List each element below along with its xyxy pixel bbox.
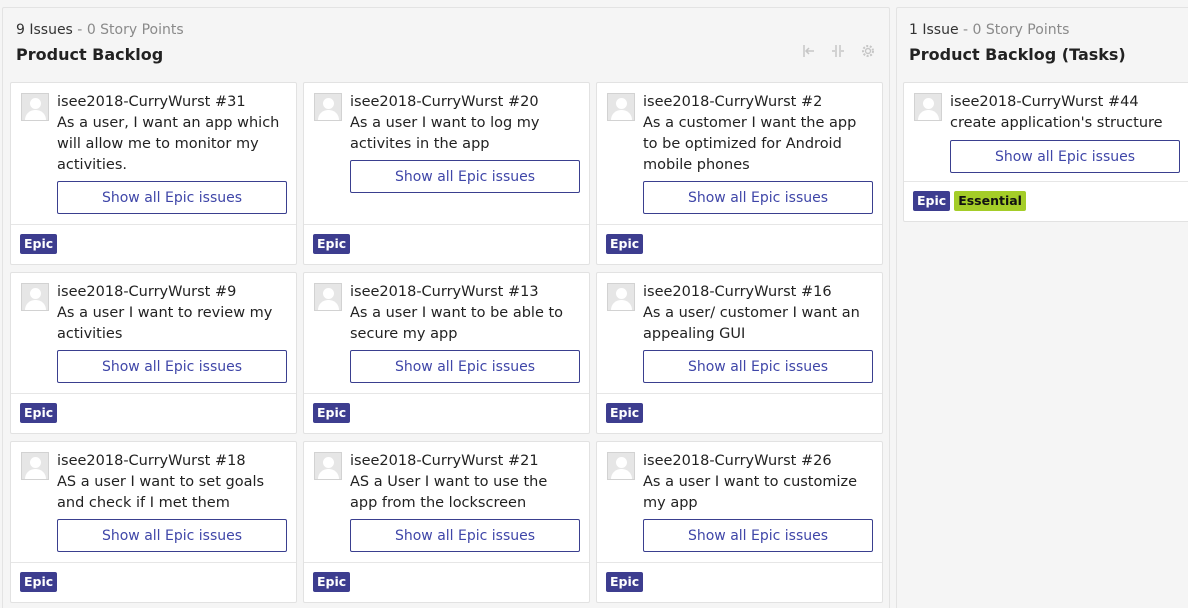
column-meta: 9 Issues - 0 Story Points <box>16 20 889 40</box>
epic-label: Epic <box>606 234 644 254</box>
issue-number[interactable]: #13 <box>508 284 539 300</box>
issue-card[interactable]: isee2018-CurryWurst #9 As a user I want t… <box>10 272 297 434</box>
card-labels: Epic <box>11 393 296 433</box>
project-name: isee2018-CurryWurst <box>57 453 211 469</box>
project-name: isee2018-CurryWurst <box>350 453 504 469</box>
issue-summary: AS a user I want to set goals and check … <box>57 474 265 511</box>
issue-card[interactable]: isee2018-CurryWurst #26 As a user I want … <box>596 441 883 603</box>
issue-card[interactable]: isee2018-CurryWurst #44 create applicatio… <box>903 82 1188 222</box>
epic-label: Epic <box>313 572 351 592</box>
show-epic-issues-button[interactable]: Show all Epic issues <box>57 181 287 214</box>
story-points: 0 Story Points <box>972 22 1070 38</box>
card-labels: Epic <box>304 562 589 602</box>
issue-card[interactable]: isee2018-CurryWurst #31 As a user, I want… <box>10 82 297 265</box>
column-header: 9 Issues - 0 Story Points Product Backlo… <box>3 8 889 74</box>
card-labels: Epic <box>11 224 296 264</box>
issue-summary: As a user I want to review my activities <box>57 305 273 342</box>
show-epic-issues-button[interactable]: Show all Epic issues <box>643 350 873 383</box>
issue-number[interactable]: #31 <box>215 94 246 110</box>
issue-card[interactable]: isee2018-CurryWurst #16 As a user/ custom… <box>596 272 883 434</box>
issue-summary: As a user I want to customize my app <box>643 474 858 511</box>
issue-number[interactable]: #16 <box>801 284 832 300</box>
essential-label: Essential <box>954 191 1026 211</box>
epic-label: Epic <box>606 403 644 423</box>
show-epic-issues-button[interactable]: Show all Epic issues <box>350 519 580 552</box>
project-name: isee2018-CurryWurst <box>57 94 211 110</box>
card-labels: Epic <box>304 224 589 264</box>
issue-number[interactable]: #20 <box>508 94 539 110</box>
show-epic-issues-button[interactable]: Show all Epic issues <box>57 519 287 552</box>
column-title: Product Backlog (Tasks) <box>909 45 1126 64</box>
issue-number[interactable]: #18 <box>215 453 246 469</box>
column-meta: 1 Issue - 0 Story Points <box>909 20 1188 40</box>
meta-separator: - <box>72 22 87 38</box>
column-actions <box>799 42 877 60</box>
project-name: isee2018-CurryWurst <box>643 284 797 300</box>
epic-label: Epic <box>313 234 351 254</box>
collapse-icon[interactable] <box>799 42 817 60</box>
epic-label: Epic <box>20 234 58 254</box>
issue-card[interactable]: isee2018-CurryWurst #20 As a user I want … <box>303 82 590 265</box>
issue-number[interactable]: #44 <box>1108 94 1139 110</box>
card-labels: Epic Essential <box>904 181 1188 221</box>
card-labels: Epic <box>597 562 882 602</box>
issue-card[interactable]: isee2018-CurryWurst #13 As a user I want … <box>303 272 590 434</box>
issue-summary: As a customer I want the app to be optim… <box>643 115 857 173</box>
epic-label: Epic <box>20 572 58 592</box>
show-epic-issues-button[interactable]: Show all Epic issues <box>950 140 1180 173</box>
story-points: 0 Story Points <box>86 22 184 38</box>
issues-count: 1 Issue <box>909 22 959 38</box>
project-name: isee2018-CurryWurst <box>950 94 1104 110</box>
settings-icon[interactable] <box>859 42 877 60</box>
issue-summary: As a user, I want an app which will allo… <box>57 115 280 173</box>
project-name: isee2018-CurryWurst <box>643 94 797 110</box>
issue-number[interactable]: #21 <box>508 453 539 469</box>
card-labels: Epic <box>597 224 882 264</box>
card-labels: Epic <box>11 562 296 602</box>
issue-summary: AS a User I want to use the app from the… <box>350 474 548 511</box>
project-name: isee2018-CurryWurst <box>350 94 504 110</box>
column-title: Product Backlog <box>16 45 164 64</box>
epic-label: Epic <box>606 572 644 592</box>
issue-number[interactable]: #2 <box>801 94 822 110</box>
issues-count: 9 Issues <box>16 22 73 38</box>
project-name: isee2018-CurryWurst <box>57 284 211 300</box>
meta-separator: - <box>958 22 973 38</box>
show-epic-issues-button[interactable]: Show all Epic issues <box>643 181 873 214</box>
show-epic-issues-button[interactable]: Show all Epic issues <box>57 350 287 383</box>
column-header: 1 Issue - 0 Story Points Product Backlog… <box>897 8 1188 74</box>
epic-label: Epic <box>313 403 351 423</box>
epic-label: Epic <box>20 403 58 423</box>
show-epic-issues-button[interactable]: Show all Epic issues <box>643 519 873 552</box>
issue-summary: As a user I want to be able to secure my… <box>350 305 564 342</box>
issue-card[interactable]: isee2018-CurryWurst #18 AS a user I want … <box>10 441 297 603</box>
show-epic-issues-button[interactable]: Show all Epic issues <box>350 160 580 193</box>
project-name: isee2018-CurryWurst <box>643 453 797 469</box>
show-epic-issues-button[interactable]: Show all Epic issues <box>350 350 580 383</box>
issue-number[interactable]: #9 <box>215 284 236 300</box>
issue-summary: As a user/ customer I want an appealing … <box>643 305 860 342</box>
issue-number[interactable]: #26 <box>801 453 832 469</box>
project-name: isee2018-CurryWurst <box>350 284 504 300</box>
issue-summary: As a user I want to log my activites in … <box>350 115 540 152</box>
issue-summary: create application's structure <box>950 115 1163 131</box>
issue-card[interactable]: isee2018-CurryWurst #2 As a customer I wa… <box>596 82 883 265</box>
split-icon[interactable] <box>829 42 847 60</box>
epic-label: Epic <box>913 191 951 211</box>
card-labels: Epic <box>304 393 589 433</box>
issue-card[interactable]: isee2018-CurryWurst #21 AS a User I want … <box>303 441 590 603</box>
card-labels: Epic <box>597 393 882 433</box>
